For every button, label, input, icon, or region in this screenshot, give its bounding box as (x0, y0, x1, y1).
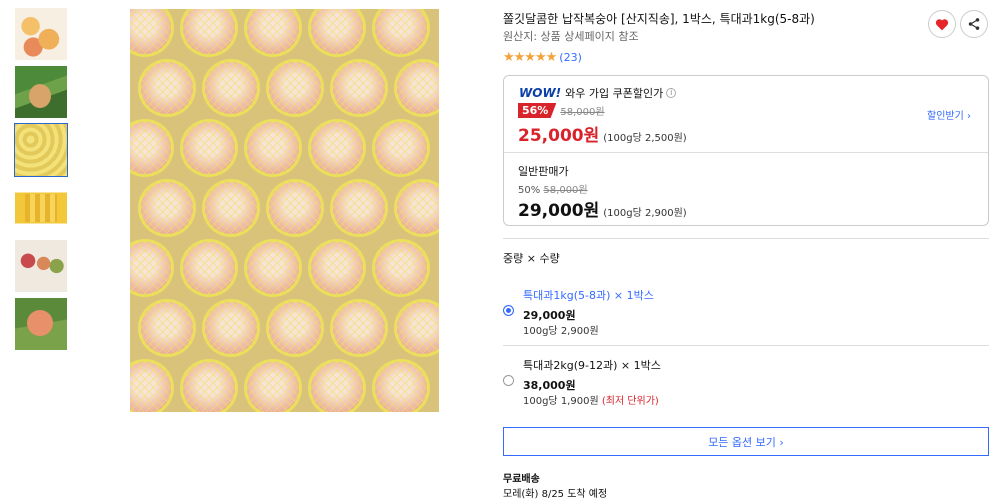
option-price: 38,000원 (523, 379, 576, 392)
wow-discount-row: 56% 58,000원 (518, 103, 605, 118)
thumbnail-image-1[interactable] (15, 8, 67, 60)
general-price-label: 일반판매가 (518, 165, 569, 178)
thumbnail-image-4[interactable] (15, 182, 67, 234)
heart-icon (935, 18, 949, 30)
peach-image-part (308, 119, 366, 177)
option-unit-value: 100g당 1,900원 (523, 396, 599, 407)
wow-unit-price: (100g당 2,500원) (603, 133, 687, 144)
peach-image-part (372, 359, 430, 412)
product-title: 쫄깃달콤한 납작복숭아 [산지직송], 1박스, 특대과1kg(5-8과) (503, 12, 815, 26)
peach-image-part (244, 9, 302, 57)
general-discount: 50% (518, 185, 541, 196)
peach-image-part (394, 59, 439, 117)
option-name: 특대과1kg(5-8과) × 1박스 (523, 289, 654, 302)
peach-image-part (202, 299, 260, 357)
review-count-link[interactable]: (23) (559, 51, 582, 64)
peach-image-part (394, 299, 439, 357)
wow-logo: WOW! (519, 86, 562, 100)
option-price: 29,000원 (523, 309, 576, 322)
general-original-price: 58,000원 (543, 185, 588, 196)
peach-image-part (244, 119, 302, 177)
lowest-unit-note: (최저 단위가) (601, 396, 659, 407)
thumbnail-image-3[interactable] (14, 123, 68, 177)
peach-image-part (308, 359, 366, 412)
wow-price: 25,000원 (100g당 2,500원) (518, 121, 687, 146)
product-origin: 원산지: 상품 상세페이지 참조 (503, 30, 639, 43)
peach-image-part (130, 9, 174, 57)
product-rating[interactable]: ★★★★★ (23) (503, 50, 582, 65)
peach-image-part (180, 119, 238, 177)
coupon-link[interactable]: 할인받기 › (927, 107, 971, 122)
divider (504, 152, 988, 153)
peach-image-part (130, 239, 174, 297)
divider (503, 238, 989, 239)
peach-image-part (180, 239, 238, 297)
peach-image-part (244, 239, 302, 297)
peach-image-part (372, 9, 430, 57)
option-unit-price: 100g당 1,900원 (최저 단위가) (523, 392, 659, 407)
peach-image-part (138, 59, 196, 117)
peach-image-part (244, 359, 302, 412)
peach-image-part (372, 119, 430, 177)
peach-image-part (130, 119, 174, 177)
option-item-2[interactable]: 특대과2kg(9-12과) × 1박스 38,000원 100g당 1,900원… (503, 355, 989, 407)
thumbnail-image-5[interactable] (15, 240, 67, 292)
option-item-1[interactable]: 특대과1kg(5-8과) × 1박스 29,000원 100g당 2,900원 (503, 285, 989, 337)
peach-image-part (308, 239, 366, 297)
wow-label: 와우 가입 쿠폰할인가 (565, 87, 664, 100)
thumbnail-list (14, 8, 68, 356)
rating-stars: ★★★★★ (503, 50, 557, 65)
wow-row: WOW! 와우 가입 쿠폰할인가 i (519, 85, 677, 101)
favorite-button[interactable] (928, 10, 956, 38)
price-box: WOW! 와우 가입 쿠폰할인가 i 56% 58,000원 25,000원 (1… (503, 75, 989, 226)
peach-image-part (130, 359, 174, 412)
peach-image-part (372, 239, 430, 297)
peach-image-part (330, 59, 388, 117)
share-button[interactable] (960, 10, 988, 38)
main-product-image (130, 9, 439, 412)
peach-image-part (330, 299, 388, 357)
thumbnail-image-6[interactable] (15, 298, 67, 350)
peach-image-part (330, 179, 388, 237)
info-icon[interactable]: i (666, 88, 677, 98)
wow-price-value: 25,000원 (518, 126, 600, 146)
general-discount-row: 50% 58,000원 (518, 181, 588, 196)
option-unit-price: 100g당 2,900원 (523, 326, 599, 337)
share-icon (968, 18, 980, 30)
peach-image-part (266, 179, 324, 237)
peach-image-part (308, 9, 366, 57)
peach-image-part (266, 299, 324, 357)
wow-original-price: 58,000원 (560, 107, 605, 118)
peach-image-part (180, 9, 238, 57)
option-radio-2[interactable] (503, 375, 514, 386)
option-radio-1[interactable] (503, 305, 514, 316)
general-unit-price: (100g당 2,900원) (603, 208, 687, 219)
general-price-value: 29,000원 (518, 201, 600, 221)
peach-image-part (394, 179, 439, 237)
peach-image-part (180, 359, 238, 412)
peach-image-part (138, 299, 196, 357)
shipping-title: 무료배송 (503, 474, 540, 485)
peach-image-part (138, 179, 196, 237)
view-all-options-button[interactable]: 모든 옵션 보기 › (503, 427, 989, 456)
option-header: 중량 × 수량 (503, 252, 560, 265)
divider (503, 345, 989, 346)
general-price: 29,000원 (100g당 2,900원) (518, 196, 687, 221)
option-name: 특대과2kg(9-12과) × 1박스 (523, 359, 661, 372)
discount-badge: 56% (518, 103, 557, 118)
peach-image-part (202, 59, 260, 117)
shipping-eta: 모레(화) 8/25 도착 예정 (503, 489, 608, 500)
peach-image-part (202, 179, 260, 237)
thumbnail-image-2[interactable] (15, 66, 67, 118)
peach-image-part (266, 59, 324, 117)
